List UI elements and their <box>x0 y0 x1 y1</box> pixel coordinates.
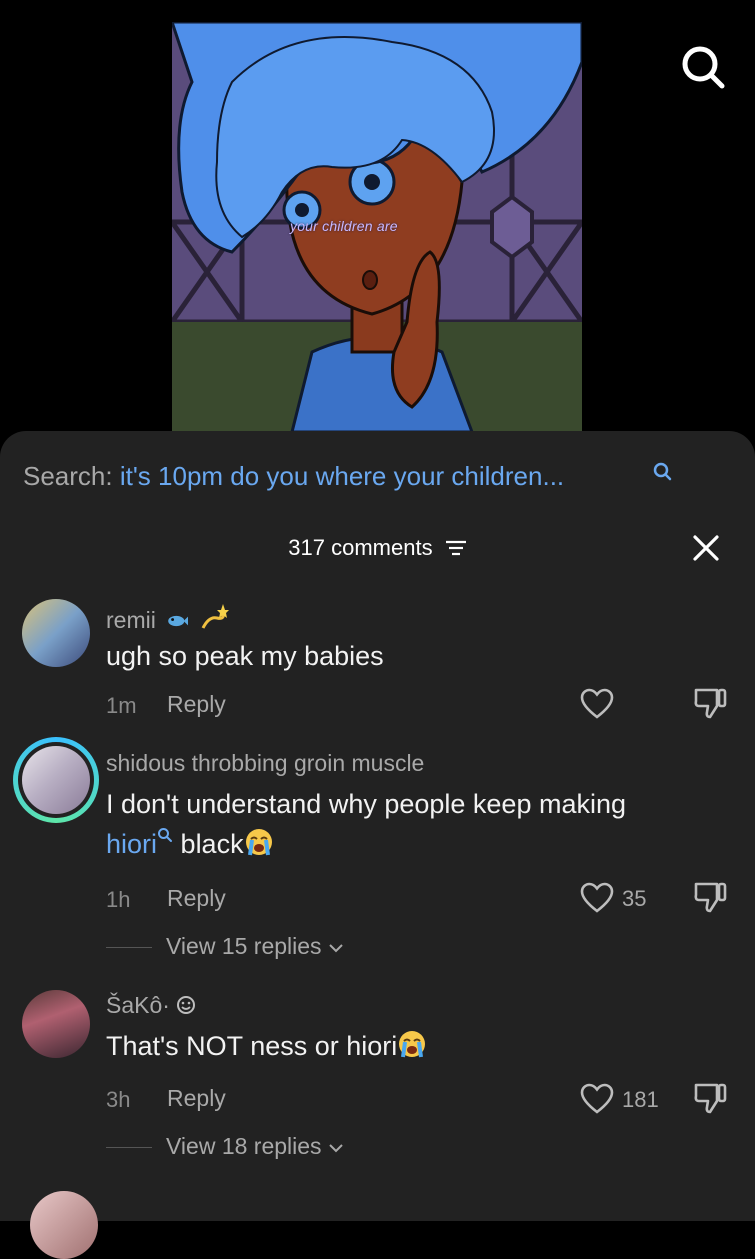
comment-text: That's NOT ness or hiori <box>106 1026 427 1066</box>
comment-text: I don't understand why people keep makin… <box>106 789 627 819</box>
comments-sheet: Search: it's 10pm do you where your chil… <box>0 431 755 1259</box>
comment-time: 1m <box>106 693 137 718</box>
search-icon <box>158 828 173 842</box>
chevron-down-icon <box>329 944 343 953</box>
search-query-link[interactable]: it's 10pm do you where your children... <box>120 461 564 491</box>
video-overlay-caption: your children are <box>290 218 398 234</box>
reply-button[interactable]: Reply <box>167 1085 226 1112</box>
avatar[interactable] <box>22 599 90 667</box>
comment-username[interactable]: ŠaKô· <box>106 992 196 1019</box>
divider <box>106 947 152 948</box>
filter-icon[interactable] <box>445 539 467 557</box>
reply-button[interactable]: Reply <box>167 885 226 912</box>
comments-header: 317 comments <box>0 534 755 561</box>
avatar[interactable] <box>13 737 99 823</box>
dislike-icon[interactable] <box>693 1081 727 1115</box>
avatar[interactable] <box>30 1191 98 1259</box>
heart-icon[interactable] <box>580 1083 614 1115</box>
dislike-icon[interactable] <box>693 686 727 720</box>
search-icon <box>682 46 725 89</box>
search-label: Search: <box>23 461 113 491</box>
divider <box>106 1147 152 1148</box>
like-count: 181 <box>622 1087 659 1112</box>
comment-text: ugh so peak my babies <box>106 641 384 671</box>
dizzy-emoji <box>201 604 229 629</box>
comment-time: 1h <box>106 887 131 912</box>
heart-icon[interactable] <box>580 882 614 914</box>
close-icon <box>693 535 719 561</box>
close-button[interactable] <box>690 532 722 564</box>
comment-username[interactable]: shidous throbbing groin muscle <box>106 750 424 777</box>
comment-username[interactable]: remii <box>106 602 229 634</box>
search-suggestion[interactable]: Search: it's 10pm do you where your chil… <box>23 461 564 492</box>
search-icon[interactable] <box>652 461 674 483</box>
heart-icon[interactable] <box>580 688 614 720</box>
fish-emoji <box>168 615 189 627</box>
comments-count: 317 comments <box>288 535 433 561</box>
avatar[interactable] <box>22 990 90 1058</box>
reply-button[interactable]: Reply <box>167 691 226 718</box>
video-area[interactable]: your children are <box>0 0 755 440</box>
view-replies-button[interactable]: View 18 replies <box>166 1133 344 1160</box>
crying-emoji <box>245 829 272 856</box>
top-search-button[interactable] <box>676 40 732 96</box>
chevron-down-icon <box>329 1144 343 1153</box>
comment-text-line2: hiori black <box>106 824 274 864</box>
view-replies-button[interactable]: View 15 replies <box>166 933 344 960</box>
dislike-icon[interactable] <box>693 880 727 914</box>
crying-emoji <box>399 1031 426 1058</box>
smiley-emoji <box>177 996 196 1014</box>
hashtag-link[interactable]: hiori <box>106 829 157 859</box>
video-thumbnail[interactable]: your children are <box>172 22 582 432</box>
like-count: 35 <box>622 886 647 911</box>
comment-time: 3h <box>106 1087 131 1112</box>
